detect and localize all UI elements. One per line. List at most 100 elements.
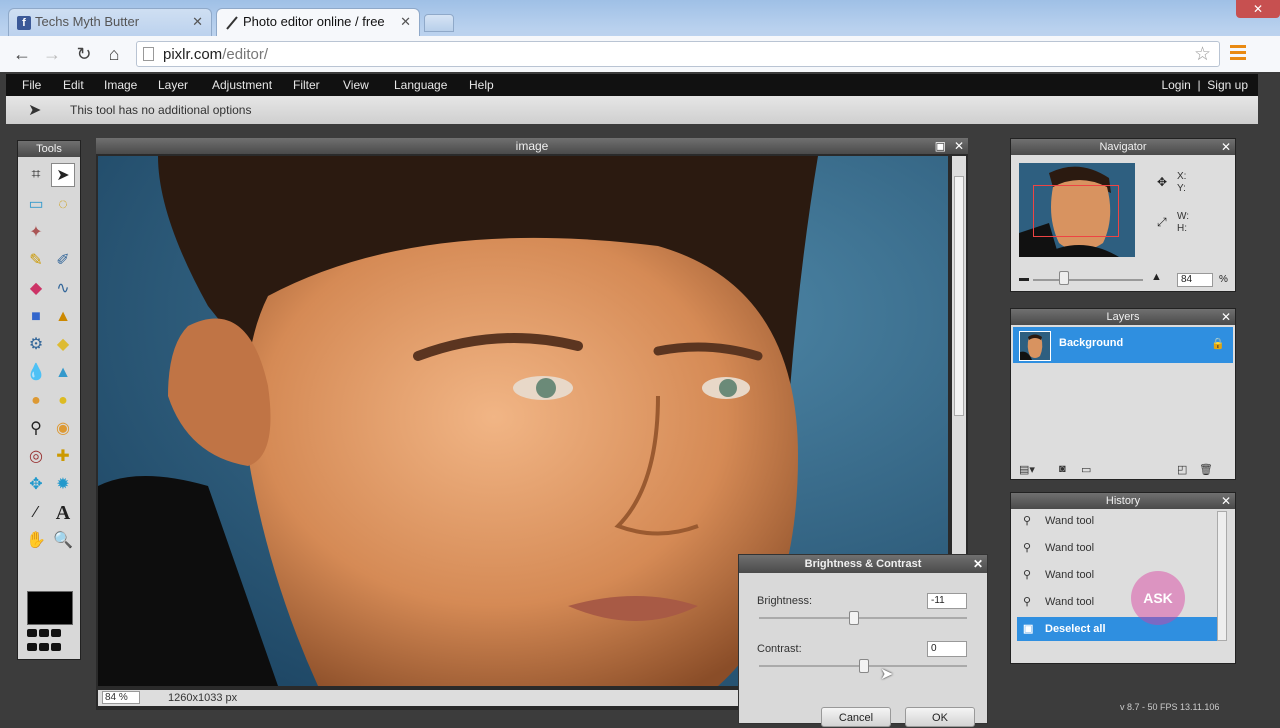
color-swatch[interactable] — [27, 591, 73, 625]
menu-view[interactable]: View — [343, 78, 369, 92]
wand-tool-icon[interactable]: ✦ — [24, 221, 48, 245]
history-item[interactable]: ⚲ Wand tool — [1017, 590, 1223, 614]
layer-row[interactable]: Background 🔒 — [1013, 327, 1233, 363]
drop-tool-icon[interactable]: 💧 — [24, 361, 48, 385]
window-close-button[interactable]: ✕ — [1236, 0, 1280, 18]
tab-facebook[interactable]: f Techs Myth Butter ✕ — [8, 8, 212, 36]
tools-panel: Tools ⌗ ➤ ▭ ◌ ✦ ✎ ✐ ◆ ∿ ■ ▲ ⚙ ◆ 💧 ▲ ● ● … — [17, 140, 81, 660]
menu-adjustment[interactable]: Adjustment — [212, 78, 272, 92]
hand-tool-icon[interactable]: ✋ — [24, 529, 48, 553]
close-icon[interactable]: ✕ — [973, 555, 983, 573]
image-dimensions: 1260x1033 px — [168, 692, 238, 704]
close-icon[interactable]: ✕ — [1221, 139, 1231, 155]
close-icon[interactable]: ✕ — [1221, 493, 1231, 509]
zoom-slider-knob[interactable] — [1059, 271, 1069, 285]
layer-mask-icon[interactable]: ◙ — [1059, 463, 1066, 475]
delete-layer-icon[interactable]: 🗑 — [1199, 463, 1213, 476]
w-label: W: — [1177, 211, 1190, 222]
menu-layer[interactable]: Layer — [158, 78, 188, 92]
zoom-value-field[interactable]: 84 — [1177, 273, 1213, 287]
viewport-rect[interactable] — [1033, 185, 1119, 237]
home-icon[interactable]: ⌂ — [102, 42, 126, 66]
close-icon[interactable]: ✕ — [954, 138, 964, 154]
history-item[interactable]: ⚲ Wand tool — [1017, 563, 1223, 587]
tab-label: Photo editor online / free — [243, 14, 385, 29]
brightness-slider-knob[interactable] — [849, 611, 859, 625]
clone-tool-icon[interactable]: ⚙ — [24, 333, 48, 357]
layer-settings-icon[interactable]: ▭ — [1081, 463, 1091, 476]
zoom-slider-track[interactable] — [1033, 279, 1143, 281]
swatch-grid-icon[interactable] — [27, 629, 73, 657]
bloat-tool-icon[interactable]: ✥ — [24, 473, 48, 497]
bucket-tool-icon[interactable]: ▲ — [51, 305, 75, 329]
brightness-slider-track[interactable] — [759, 617, 967, 619]
history-scrollbar[interactable] — [1217, 511, 1227, 641]
brightness-field[interactable]: -11 — [927, 593, 967, 609]
sponge-tool-icon[interactable]: ⚲ — [24, 417, 48, 441]
account-links: Login | Sign up — [1161, 78, 1248, 92]
marquee-tool-icon[interactable]: ▭ — [24, 193, 48, 217]
red-eye-tool-icon[interactable]: ◎ — [24, 445, 48, 469]
new-layer-icon[interactable]: ◰ — [1177, 463, 1187, 476]
menu-file[interactable]: File — [22, 78, 41, 92]
spot-heal-tool-icon[interactable]: ✚ — [51, 445, 75, 469]
address-bar[interactable]: pixlr.com/editor/ ☆ — [136, 41, 1220, 67]
chrome-menu-icon[interactable] — [1230, 45, 1246, 61]
crop-tool-icon[interactable]: ⌗ — [24, 163, 48, 187]
history-item[interactable]: ⚲ Wand tool — [1017, 536, 1223, 560]
menu-help[interactable]: Help — [469, 78, 494, 92]
scroll-thumb[interactable] — [954, 176, 964, 416]
maximize-icon[interactable]: ▣ — [935, 138, 946, 154]
move-tool-icon[interactable]: ➤ — [51, 163, 75, 187]
shape-tool-icon[interactable]: ◆ — [51, 333, 75, 357]
dialog-title: Brightness & Contrast ✕ — [739, 555, 987, 573]
gradient-tool-icon[interactable]: ■ — [24, 305, 48, 329]
signup-link[interactable]: Sign up — [1207, 78, 1248, 92]
brush-tool-icon[interactable]: ✐ — [51, 249, 75, 273]
browser-chrome: f Techs Myth Butter ✕ Photo editor onlin… — [0, 0, 1280, 73]
tab-close-icon[interactable]: ✕ — [192, 14, 203, 30]
image-window-title: image ▣ ✕ — [96, 138, 968, 154]
navigator-thumbnail[interactable] — [1019, 163, 1135, 257]
contrast-field[interactable]: 0 — [927, 641, 967, 657]
menu-edit[interactable]: Edit — [63, 78, 84, 92]
contrast-label: Contrast: — [757, 643, 802, 655]
reload-icon[interactable]: ↻ — [72, 42, 96, 66]
eraser-tool-icon[interactable]: ◆ — [24, 277, 48, 301]
back-icon[interactable]: ← — [10, 42, 34, 66]
menu-language[interactable]: Language — [394, 78, 447, 92]
layer-styles-icon[interactable]: ▤▾ — [1019, 463, 1035, 476]
y-label: Y: — [1177, 183, 1186, 194]
zoom-in-icon[interactable]: ▲ — [1151, 271, 1162, 283]
redeye-tool-icon[interactable]: ∿ — [51, 277, 75, 301]
history-item-selected[interactable]: ▣ Deselect all — [1017, 617, 1223, 641]
color-picker-icon[interactable]: ⁄ — [24, 501, 48, 525]
pinch-tool-icon[interactable]: ✹ — [51, 473, 75, 497]
history-panel: History ✕ ⚲ Wand tool ⚲ Wand tool ⚲ Wand to… — [1010, 492, 1236, 664]
dodge-tool-icon[interactable]: ● — [24, 389, 48, 413]
tab-close-icon[interactable]: ✕ — [400, 14, 411, 30]
contrast-slider-knob[interactable] — [859, 659, 869, 673]
close-icon[interactable]: ✕ — [1221, 309, 1231, 325]
type-tool-icon[interactable]: A — [51, 501, 75, 525]
sharpen-tool-icon[interactable]: ▲ — [51, 361, 75, 385]
zoom-out-icon[interactable]: ▬ — [1019, 273, 1029, 284]
history-item[interactable]: ⚲ Wand tool — [1017, 509, 1223, 533]
forward-icon[interactable]: → — [40, 42, 64, 66]
cancel-button[interactable]: Cancel — [821, 707, 891, 727]
lasso-tool-icon[interactable]: ◌ — [51, 193, 75, 217]
bookmark-star-icon[interactable]: ☆ — [1194, 43, 1211, 66]
menu-image[interactable]: Image — [104, 78, 137, 92]
pencil-tool-icon[interactable]: ✎ — [24, 249, 48, 273]
smudge-tool-icon[interactable]: ◉ — [51, 417, 75, 441]
ok-button[interactable]: OK — [905, 707, 975, 727]
burn-tool-icon[interactable]: ● — [51, 389, 75, 413]
new-tab-button[interactable] — [424, 14, 454, 32]
lock-icon[interactable]: 🔒 — [1211, 337, 1225, 350]
zoom-field[interactable]: 84 % — [102, 691, 140, 704]
zoom-tool-icon[interactable]: 🔍 — [51, 529, 75, 553]
wand-icon: ⚲ — [1023, 596, 1032, 608]
menu-filter[interactable]: Filter — [293, 78, 320, 92]
login-link[interactable]: Login — [1161, 78, 1190, 92]
tab-pixlr[interactable]: Photo editor online / free ✕ — [216, 8, 420, 36]
